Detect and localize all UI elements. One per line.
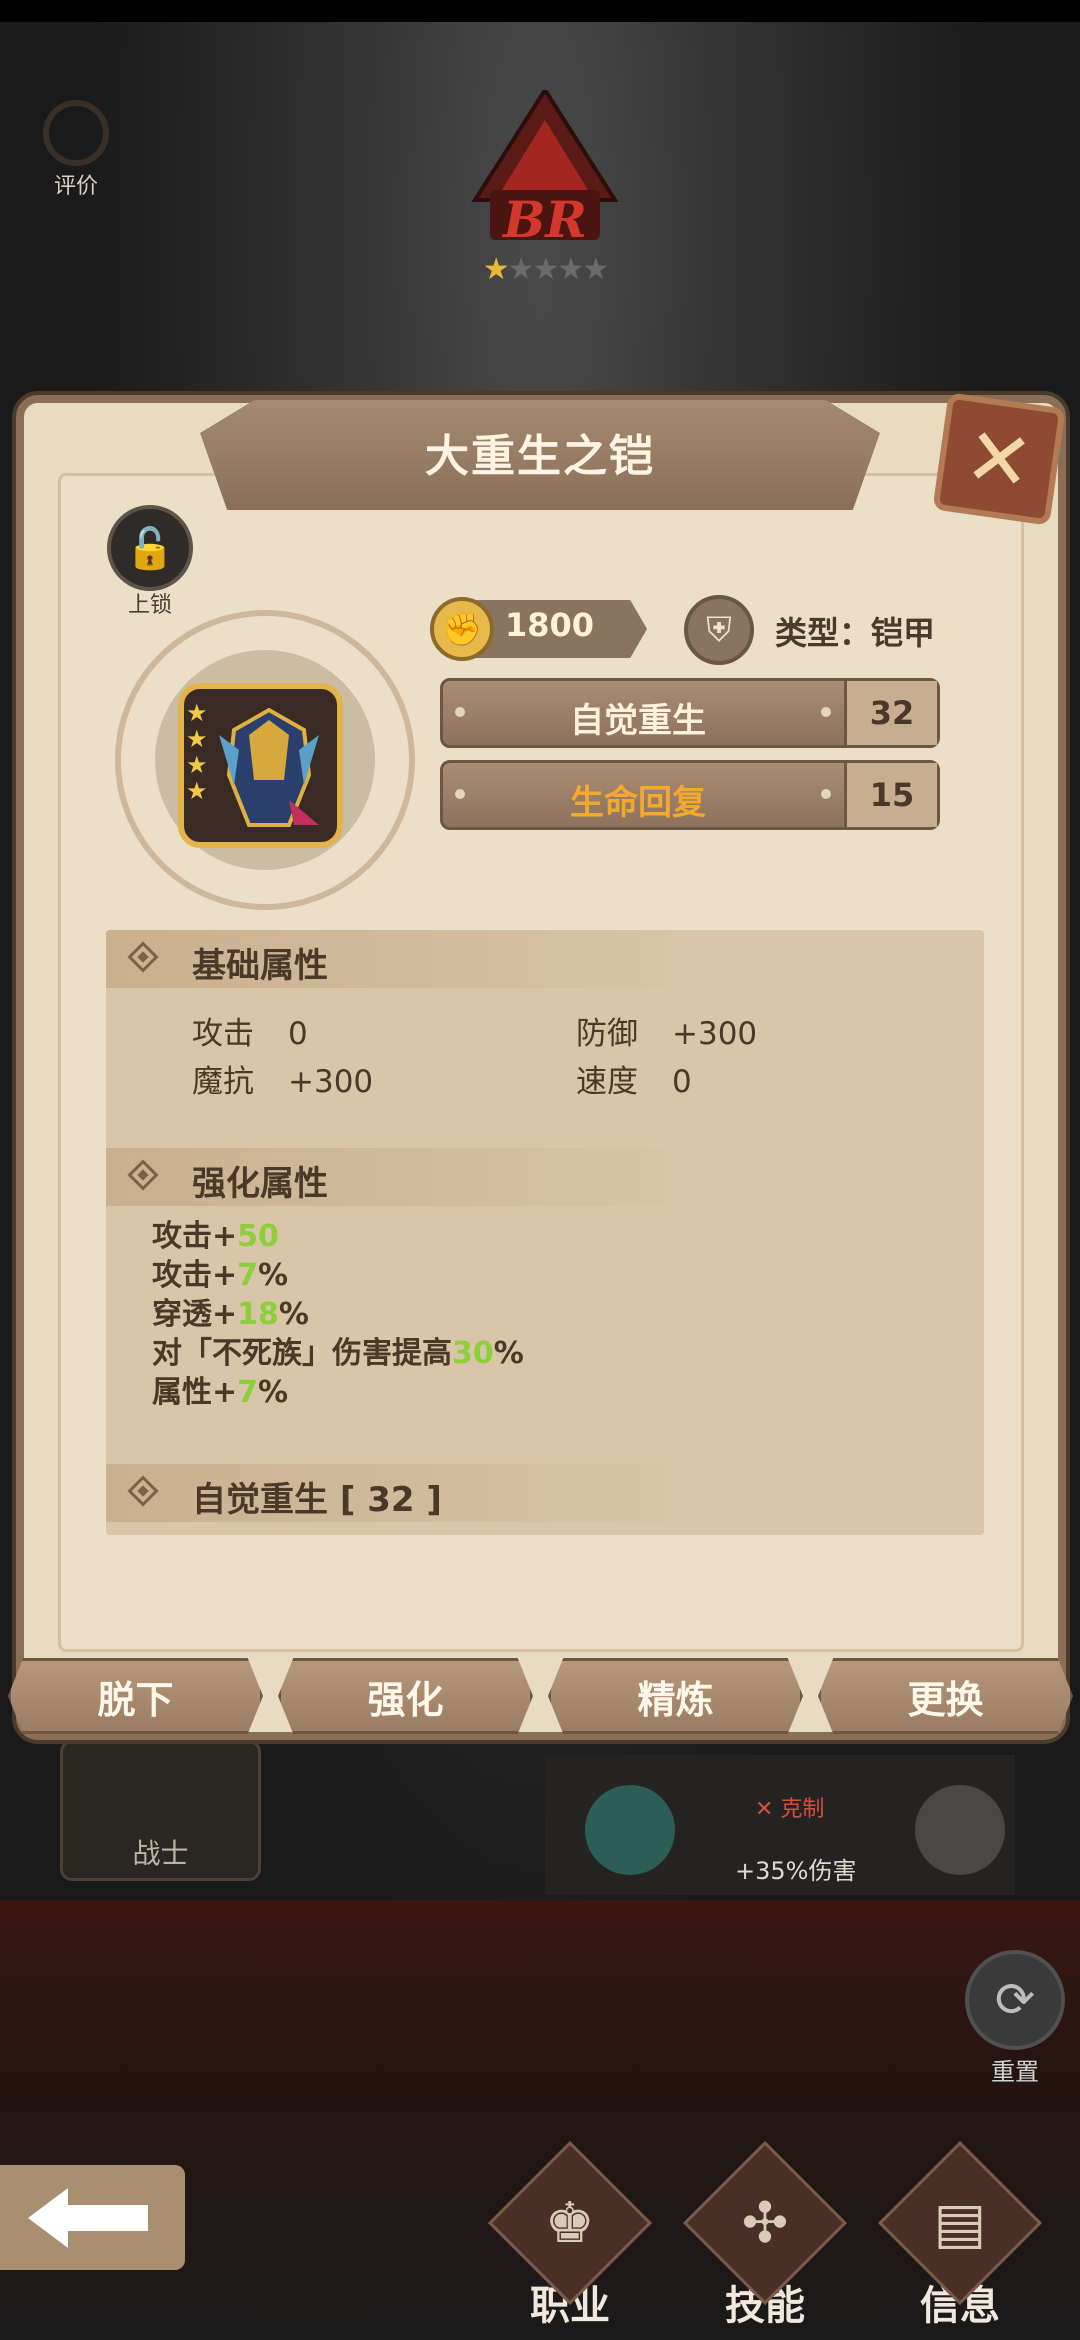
enhance-line: 攻击+50 (152, 1217, 279, 1256)
stat-defense: 防御 +300 (576, 1008, 757, 1053)
status-bar (0, 0, 1080, 22)
replace-button[interactable]: 更换 (818, 1658, 1073, 1734)
item-stars: ★ ★ ★ ★ (186, 699, 208, 805)
stat-key: 魔抗 (192, 1064, 254, 1100)
refresh-icon: ⟳ (965, 1950, 1065, 2050)
enhance-suffix: % (278, 1297, 309, 1332)
enhance-value: 30 (452, 1336, 494, 1371)
enhance-value: 7 (237, 1375, 259, 1410)
fist-icon: ✊ (430, 597, 494, 661)
enhance-text: 属性+ (152, 1375, 238, 1410)
counter-tag: ✕ 克制 (755, 1797, 825, 1822)
item-price: 1800 (505, 606, 595, 644)
lock-button[interactable]: 🔓 上锁 (100, 505, 200, 619)
rating-icon (43, 100, 109, 166)
enhance-line: 对「不死族」伤害提高30% (152, 1334, 524, 1373)
rating-button[interactable]: 评价 (36, 100, 116, 200)
diamond-icon (127, 941, 159, 973)
enhance-suffix: % (493, 1336, 524, 1371)
stat-value: +300 (288, 1064, 374, 1100)
section-skill: 自觉重生 [ 32 ] (106, 1464, 706, 1522)
back-arrow-icon (27, 2187, 148, 2248)
skill-bar-1[interactable]: 自觉重生 32 (440, 678, 940, 748)
armor-art (219, 707, 319, 827)
item-type: 类型：铠甲 (775, 614, 936, 652)
hero-class-label: 战士 (132, 1837, 189, 1870)
skill-name-1: 自觉重生 (570, 701, 706, 741)
enhance-line: 属性+7% (152, 1373, 288, 1412)
stat-attack: 攻击 0 (192, 1008, 308, 1053)
close-icon: ✕ (959, 408, 1039, 510)
enhance-button[interactable]: 强化 (278, 1658, 533, 1734)
skill-level-1: 32 (844, 681, 937, 745)
stat-value: 0 (288, 1016, 308, 1052)
enhance-line: 攻击+7% (152, 1256, 288, 1295)
stat-value: +300 (672, 1016, 758, 1052)
rating-label: 评价 (53, 174, 98, 199)
stat-key: 速度 (576, 1064, 638, 1100)
enhance-line: 穿透+18% (152, 1295, 309, 1334)
skill-level-2: 15 (844, 763, 937, 827)
stat-magic-resist: 魔抗 +300 (192, 1056, 373, 1101)
enhance-text: 穿透+ (152, 1297, 238, 1332)
enhance-text: 对「不死族」伤害提高 (152, 1336, 452, 1371)
item-name: 大重生之铠 (425, 431, 655, 482)
attribute-scroll-area[interactable]: 基础属性 攻击 0 防御 +300 魔抗 +300 速度 0 强化属性 攻击+50 攻击… (106, 930, 984, 1535)
section-skill-title: 自觉重生 [ 32 ] (192, 1480, 442, 1520)
reset-button[interactable]: ⟳ 重置 (960, 1950, 1070, 2087)
knight-icon (585, 1785, 675, 1875)
skill-name-2: 生命回复 (570, 783, 706, 823)
section-basic: 基础属性 (106, 930, 706, 988)
armor-type-icon: ⛨ (684, 595, 754, 665)
enhance-suffix: % (258, 1375, 289, 1410)
stat-key: 攻击 (192, 1016, 254, 1052)
enhance-text: 攻击+ (152, 1219, 238, 1254)
enhance-suffix: % (258, 1258, 289, 1293)
enemy-icon (915, 1785, 1005, 1875)
enhance-value: 7 (237, 1258, 259, 1293)
enhance-text: 攻击+ (152, 1258, 238, 1293)
counter-info: ✕ 克制 +35%伤害 (545, 1755, 1015, 1895)
lock-label: 上锁 (127, 593, 172, 618)
rank-emblem: BR ★★★★★ (470, 86, 620, 290)
enhance-value: 50 (237, 1219, 279, 1254)
diamond-icon (127, 1159, 159, 1191)
skill-bar-2[interactable]: 生命回复 15 (440, 760, 940, 830)
close-button[interactable]: ✕ (932, 392, 1066, 526)
section-enhance-title: 强化属性 (192, 1164, 328, 1204)
unequip-button[interactable]: 脱下 (8, 1658, 263, 1734)
stat-speed: 速度 0 (576, 1056, 692, 1101)
section-enhance: 强化属性 (106, 1148, 706, 1206)
diamond-icon (127, 1475, 159, 1507)
hero-class-card[interactable]: 战士 (60, 1740, 261, 1881)
section-basic-title: 基础属性 (192, 946, 328, 986)
back-button[interactable] (0, 2165, 185, 2270)
rank-tier-label: BR (503, 190, 587, 249)
nav-class[interactable]: ♚ 职业 (475, 2140, 665, 2331)
nav-skill[interactable]: ✣ 技能 (670, 2140, 860, 2331)
reset-label: 重置 (991, 2058, 1039, 2086)
enhance-value: 18 (237, 1297, 279, 1332)
stat-key: 防御 (576, 1016, 638, 1052)
counter-bonus: +35%伤害 (735, 1857, 857, 1885)
refine-button[interactable]: 精炼 (548, 1658, 803, 1734)
unlock-icon: 🔓 (107, 505, 193, 591)
rank-stars: ★★★★★ (482, 252, 609, 287)
nav-info[interactable]: ▤ 信息 (865, 2140, 1055, 2331)
stat-value: 0 (672, 1064, 692, 1100)
